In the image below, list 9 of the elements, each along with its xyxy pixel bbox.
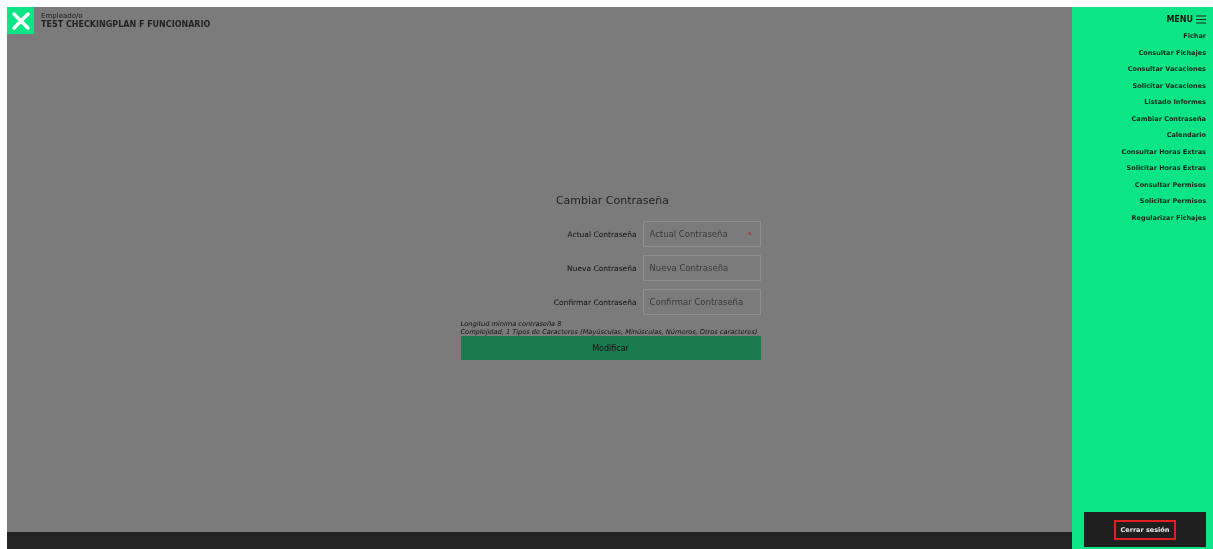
password-field[interactable]: Nueva Contraseña bbox=[642, 255, 761, 281]
password-field[interactable]: Actual Contraseña bbox=[642, 221, 761, 247]
password-field[interactable]: Confirmar Contraseña bbox=[642, 289, 761, 315]
user-name: TEST CHECKINGPLAN F FUNCIONARIO bbox=[41, 20, 211, 29]
menu-title: MENU bbox=[1166, 15, 1193, 24]
menu-icon[interactable] bbox=[1196, 15, 1206, 24]
logo-icon bbox=[7, 7, 34, 34]
form-title: Cambiar Contraseña bbox=[554, 194, 671, 207]
submit-button[interactable]: Modificar bbox=[460, 336, 761, 360]
